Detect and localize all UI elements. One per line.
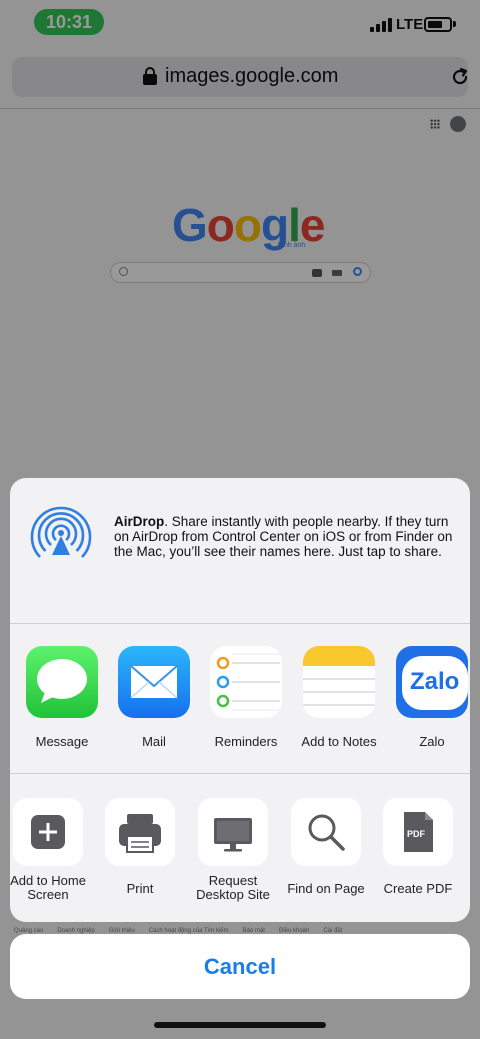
pdf-icon-text: PDF [407, 829, 425, 839]
app-label: Mail [142, 734, 166, 749]
share-app-notes[interactable]: Add to Notes [293, 646, 385, 749]
action-label: Create PDF [383, 881, 453, 896]
airdrop-section[interactable]: AirDrop. Share instantly with people nea… [10, 478, 470, 623]
app-label: Zalo [419, 734, 445, 749]
home-indicator[interactable] [154, 1022, 326, 1028]
message-icon [26, 646, 98, 718]
action-label: Find on Page [287, 881, 365, 896]
notes-icon [303, 646, 375, 718]
zalo-icon-text: Zalo [410, 668, 460, 695]
share-app-mail[interactable]: Mail [108, 646, 200, 749]
action-add-to-home-screen[interactable]: Add to Home Screen [10, 798, 94, 902]
share-sheet: AirDrop. Share instantly with people nea… [10, 478, 470, 922]
action-label: Print [126, 881, 154, 896]
plus-icon [13, 798, 83, 866]
share-app-reminders[interactable]: Reminders [200, 646, 292, 749]
magnifier-icon [291, 798, 361, 866]
action-find-on-page[interactable]: Find on Page [280, 798, 372, 896]
action-request-desktop-site[interactable]: Request Desktop Site [187, 798, 279, 902]
airdrop-text: . Share instantly with people nearby. If… [114, 514, 453, 559]
share-app-message[interactable]: Message [16, 646, 108, 749]
share-apps-row: Message Mail Reminders Add to Notes Zalo… [10, 624, 470, 773]
pdf-icon: PDF [383, 798, 453, 866]
app-label: Add to Notes [301, 734, 377, 749]
app-label: Reminders [214, 734, 278, 749]
reminders-icon [210, 646, 282, 718]
app-label: Message [35, 734, 89, 749]
action-create-pdf[interactable]: PDF Create PDF [372, 798, 464, 896]
desktop-icon [198, 798, 268, 866]
airdrop-title: AirDrop [114, 514, 165, 529]
airdrop-icon [30, 506, 92, 558]
airdrop-description: AirDrop. Share instantly with people nea… [114, 514, 454, 559]
action-label: Request Desktop Site [196, 873, 270, 902]
printer-icon [105, 798, 175, 866]
action-print[interactable]: Print [94, 798, 186, 896]
cancel-button[interactable]: Cancel [10, 934, 470, 999]
action-label: Add to Home Screen [10, 873, 86, 902]
share-app-zalo[interactable]: Zalo Zalo [386, 646, 470, 749]
mail-icon [118, 646, 190, 718]
share-actions-row: Add to Home Screen Print Request Desktop… [10, 774, 470, 922]
zalo-icon: Zalo [396, 646, 468, 718]
